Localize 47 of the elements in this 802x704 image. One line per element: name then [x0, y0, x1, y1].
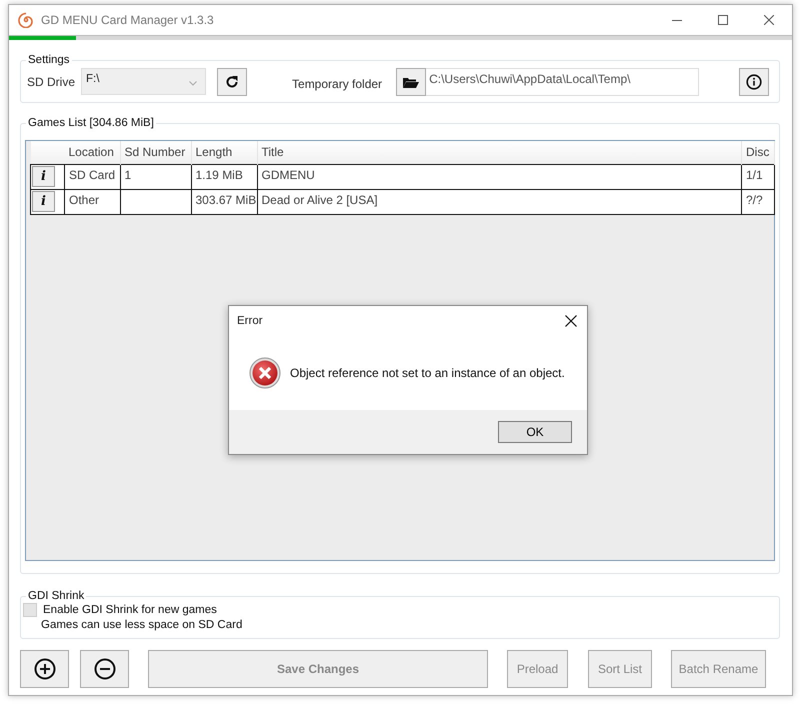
- hint-text: Games can use less space on SD Card: [41, 619, 244, 631]
- field-label: Temporary folder: [292, 76, 382, 90]
- table-cell: Other: [64, 189, 120, 214]
- info-button[interactable]: [739, 68, 770, 96]
- path-field[interactable]: C:\Users\Chuwi\AppData\Local\Temp\: [426, 68, 700, 96]
- maximize-icon: [718, 15, 728, 25]
- column-header[interactable]: Location: [64, 141, 120, 164]
- column-header[interactable]: Disc: [742, 141, 774, 164]
- remove-button[interactable]: [80, 650, 129, 688]
- close-icon: [764, 15, 774, 25]
- refresh-button[interactable]: [217, 68, 248, 96]
- chevron-icon: [189, 81, 198, 86]
- add-button[interactable]: [20, 650, 69, 688]
- table-cell: 1: [120, 164, 191, 189]
- ok-button[interactable]: OK: [498, 421, 572, 443]
- close-icon: [565, 315, 577, 327]
- info-button[interactable]: i: [32, 191, 55, 212]
- window-title: GD MENU Card Manager v1.3.3: [41, 13, 215, 27]
- group-label: Settings: [26, 53, 72, 67]
- header-cell: [30, 141, 64, 164]
- close-button[interactable]: [565, 315, 577, 327]
- column-header[interactable]: Sd Number: [120, 141, 191, 164]
- table-cell: 1.19 MiB: [191, 164, 257, 189]
- column-header[interactable]: Title: [257, 141, 742, 164]
- error-message: Object reference not set to an instance of an object.: [290, 366, 565, 380]
- checkbox-label: Enable GDI Shrink for new games: [43, 604, 217, 616]
- group-label: Games List [304.86 MiB]: [26, 116, 156, 130]
- drive-dropdown[interactable]: F:\: [81, 68, 206, 95]
- table-cell: SD Card: [64, 164, 120, 189]
- table-cell: Dead or Alive 2 [USA]: [257, 189, 742, 214]
- browse-folder-button[interactable]: [396, 68, 426, 96]
- error-icon: [249, 357, 281, 389]
- folder-icon: [403, 76, 420, 88]
- plus-circle-icon: [34, 658, 56, 680]
- minus-circle-icon: [94, 658, 116, 680]
- field-label: SD Drive: [27, 74, 76, 88]
- dialog-title: Error: [237, 315, 263, 327]
- table-cell: 1/1: [742, 164, 774, 189]
- column-header[interactable]: Length: [191, 141, 257, 164]
- refresh-icon: [225, 74, 240, 88]
- table-cell: GDMENU: [257, 164, 742, 189]
- spiral-icon: [18, 12, 34, 28]
- info-button[interactable]: i: [32, 166, 55, 187]
- table-cell: 303.67 MiB: [191, 189, 257, 214]
- info-icon: [746, 74, 762, 90]
- checkbox[interactable]: [23, 603, 37, 617]
- table-cell: ?/?: [742, 189, 774, 214]
